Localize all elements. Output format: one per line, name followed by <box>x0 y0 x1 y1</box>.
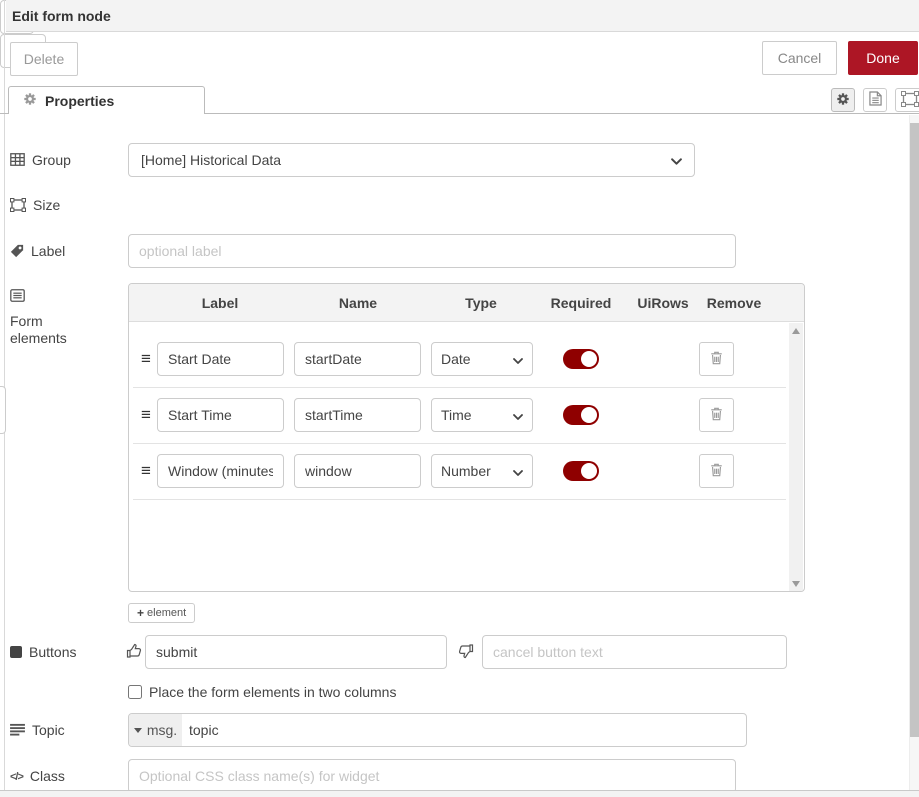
add-element-button[interactable]: + element <box>128 603 195 623</box>
buttons-field-label: Buttons <box>10 644 122 661</box>
drag-handle-icon[interactable]: ≡ <box>136 454 156 488</box>
square-icon <box>10 646 22 658</box>
list-icon <box>10 289 25 306</box>
table-icon <box>10 153 25 170</box>
toggle-knob <box>581 407 597 423</box>
chevron-down-icon <box>513 351 523 367</box>
add-element-label: element <box>147 607 186 619</box>
col-header-remove: Remove <box>707 295 761 311</box>
group-field-label: Group <box>10 152 122 170</box>
trash-icon <box>710 407 723 424</box>
tab-properties-label: Properties <box>45 93 114 109</box>
topic-type-button[interactable]: msg. <box>129 714 182 746</box>
trash-icon <box>710 351 723 368</box>
tag-icon <box>10 244 24 262</box>
gear-icon <box>836 92 850 109</box>
element-name-input[interactable] <box>294 342 421 376</box>
group-select-value: [Home] Historical Data <box>141 152 281 168</box>
label-input[interactable] <box>128 234 736 268</box>
col-header-required: Required <box>551 295 612 311</box>
required-toggle[interactable] <box>563 405 599 425</box>
code-icon: </> <box>10 769 23 786</box>
done-button[interactable]: Done <box>848 41 918 75</box>
row-divider <box>133 387 786 388</box>
tab-properties[interactable]: Properties <box>8 86 205 114</box>
element-type-value: Number <box>441 463 491 479</box>
table-header: Label Name Type Required UiRows Remove <box>129 284 804 322</box>
element-name-input[interactable] <box>294 454 421 488</box>
scroll-up-icon[interactable] <box>792 328 800 334</box>
chevron-down-icon <box>671 152 682 168</box>
col-header-type: Type <box>465 295 497 311</box>
element-label-input[interactable] <box>157 454 284 488</box>
topic-type-label: msg. <box>147 722 177 738</box>
dialog-bottom-edge <box>0 790 919 797</box>
css-class-input[interactable] <box>128 759 736 793</box>
topic-typed-input: msg. topic <box>128 713 747 747</box>
remove-element-button[interactable] <box>699 342 734 376</box>
form-element-row: ≡ Number <box>129 454 789 488</box>
two-columns-checkbox[interactable] <box>128 685 142 699</box>
appearance-button[interactable] <box>895 88 919 112</box>
dialog-header: Edit form node <box>6 0 919 32</box>
drag-handle-icon[interactable]: ≡ <box>136 342 156 376</box>
appearance-icon <box>901 91 919 110</box>
trash-icon <box>710 463 723 480</box>
chevron-down-icon <box>513 463 523 479</box>
scrollbar-thumb[interactable] <box>910 123 919 737</box>
form-element-row: ≡ Time <box>129 398 789 432</box>
thumbs-up-icon <box>126 643 142 659</box>
element-type-select[interactable]: Time <box>431 398 533 432</box>
col-header-name: Name <box>339 295 377 311</box>
element-type-select[interactable]: Date <box>431 342 533 376</box>
class-field-label: </> Class <box>10 768 122 786</box>
scroll-down-icon[interactable] <box>792 581 800 587</box>
form-elements-table: Label Name Type Required UiRows Remove ≡… <box>128 283 805 592</box>
toggle-knob <box>581 351 597 367</box>
form-element-row: ≡ Date <box>129 342 789 376</box>
caret-down-icon <box>134 728 142 733</box>
required-toggle[interactable] <box>563 349 599 369</box>
row-divider <box>133 443 786 444</box>
required-toggle[interactable] <box>563 461 599 481</box>
remove-element-button[interactable] <box>699 398 734 432</box>
element-type-value: Time <box>441 407 472 423</box>
drag-handle-icon[interactable]: ≡ <box>136 398 156 432</box>
resize-icon <box>10 198 26 216</box>
label-field-label: Label <box>10 243 122 262</box>
topic-field-label: Topic <box>10 722 122 740</box>
element-label-input[interactable] <box>157 398 284 432</box>
thumbs-down-icon <box>458 643 474 659</box>
chevron-down-icon <box>513 407 523 423</box>
gear-icon <box>23 92 37 109</box>
table-scrollbar[interactable] <box>789 323 803 592</box>
bars-icon <box>10 723 25 740</box>
form-elements-label: Form elements <box>10 288 100 347</box>
description-button[interactable] <box>863 88 887 112</box>
row-divider <box>133 499 786 500</box>
element-type-value: Date <box>441 351 471 367</box>
group-select[interactable]: [Home] Historical Data <box>128 143 695 177</box>
plus-icon: + <box>137 606 144 620</box>
size-field-label: Size <box>10 197 122 216</box>
two-columns-label[interactable]: Place the form elements in two columns <box>149 684 396 700</box>
toggle-knob <box>581 463 597 479</box>
topic-value-input[interactable]: topic <box>182 714 219 746</box>
delete-button[interactable]: Delete <box>10 42 78 76</box>
col-header-uirows: UiRows <box>637 295 688 311</box>
element-name-input[interactable] <box>294 398 421 432</box>
dialog-title: Edit form node <box>12 8 111 24</box>
remove-element-button[interactable] <box>699 454 734 488</box>
element-type-select[interactable]: Number <box>431 454 533 488</box>
dialog-scrollbar[interactable] <box>909 115 919 790</box>
document-icon <box>869 91 882 109</box>
col-header-label: Label <box>202 295 239 311</box>
cancel-button[interactable]: Cancel <box>762 41 837 75</box>
edit-properties-button[interactable] <box>831 88 855 112</box>
element-label-input[interactable] <box>157 342 284 376</box>
submit-button-text-input[interactable] <box>145 635 447 669</box>
cancel-button-text-input[interactable] <box>482 635 787 669</box>
sidebar-grip[interactable] <box>0 386 6 434</box>
